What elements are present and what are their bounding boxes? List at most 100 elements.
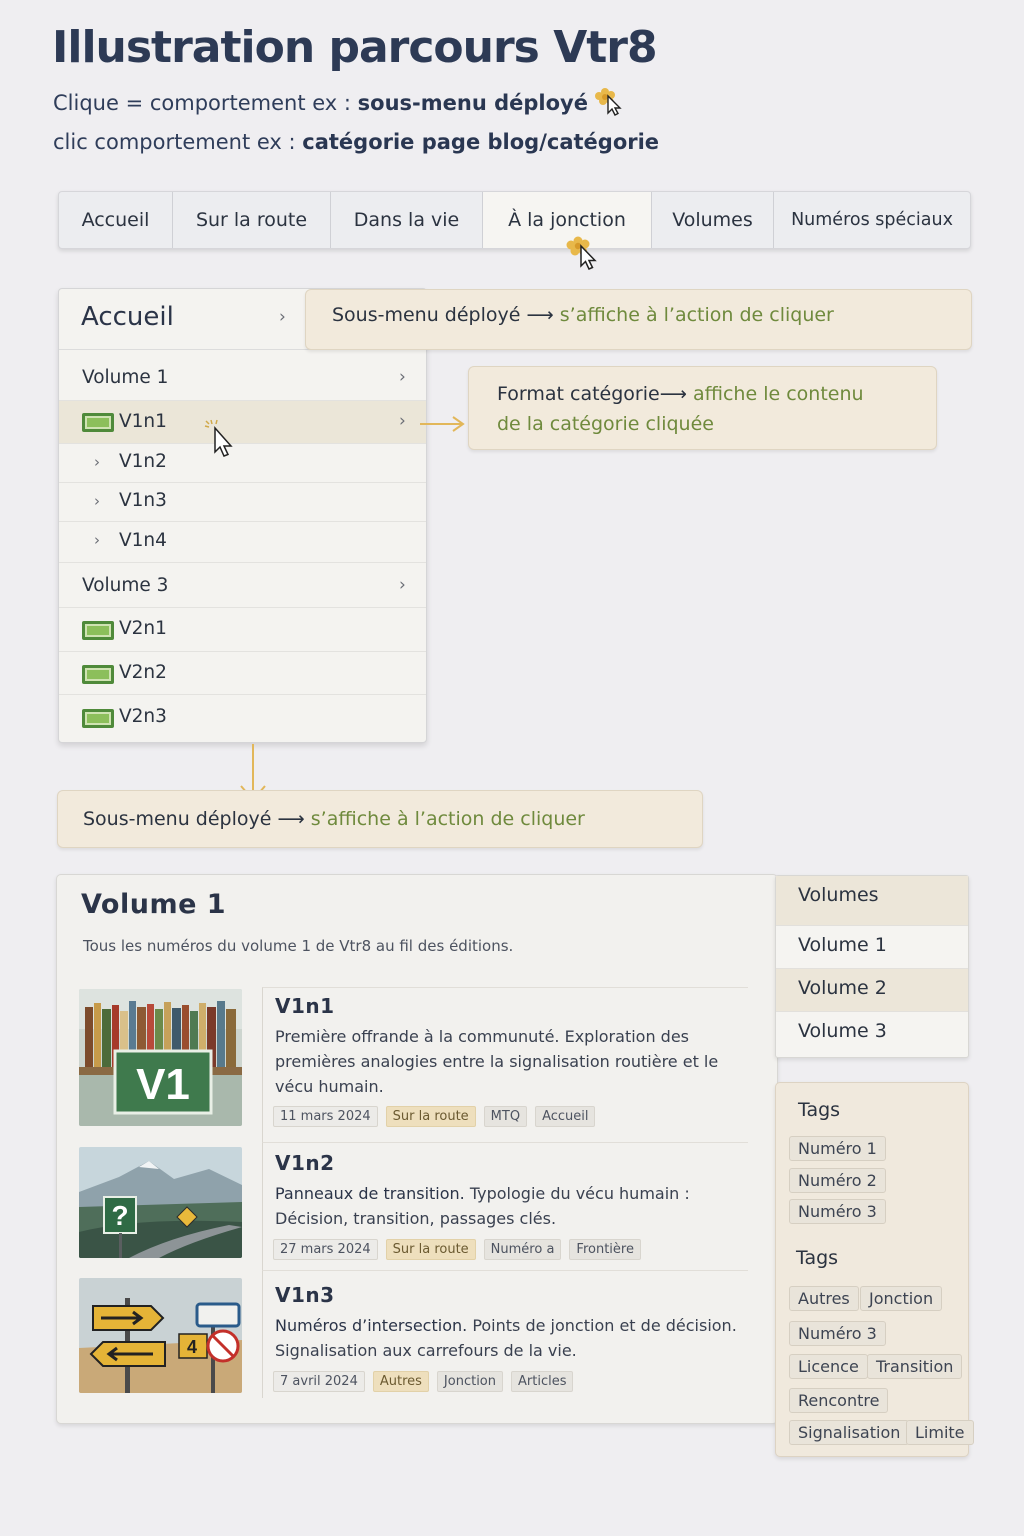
article-title[interactable]: V1n1 (275, 994, 335, 1018)
submenu-item-label: V2n1 (119, 618, 167, 639)
article-title[interactable]: V1n2 (275, 1151, 335, 1175)
callout-label: Sous-menu déployé (332, 304, 521, 326)
tag-chip[interactable]: Numéro 3 (789, 1321, 886, 1346)
tag-chip[interactable]: Rencontre (789, 1388, 889, 1413)
sidebar-item-label: Volume 3 (798, 1020, 887, 1042)
article-meta: 27 mars 2024 Sur la route Numéro a Front… (273, 1239, 641, 1260)
article-card[interactable]: V1n3 Numéros d’intersection. Points de j… (262, 1270, 748, 1398)
tag-chip[interactable]: Articles (511, 1371, 574, 1392)
thumbnail-label: V1 (136, 1060, 190, 1109)
callout-category-format: Format catégorie⟶ affiche le contenu de … (468, 366, 937, 450)
tag-chip[interactable]: Jonction (436, 1371, 503, 1392)
submenu-item-v1n1[interactable]: V1n1 › (59, 401, 426, 444)
tag-chip[interactable]: Numéro a (483, 1239, 562, 1260)
article-lead: Panneaux de transition. (275, 1184, 465, 1203)
article-title[interactable]: V1n3 (275, 1283, 335, 1307)
sidebar-item-label: Volume 1 (798, 934, 887, 956)
sidebar-item-volume-2[interactable]: Volume 2 (776, 969, 968, 1012)
submenu-item-v1n3[interactable]: › V1n3 (59, 483, 426, 522)
nav-item-accueil[interactable]: Accueil (59, 192, 173, 248)
submenu-item-label: V2n2 (119, 662, 167, 683)
tag-chip[interactable]: Limite (906, 1420, 974, 1445)
article-date: 7 avril 2024 (273, 1371, 365, 1392)
article-meta: 11 mars 2024 Sur la route MTQ Accueil (273, 1106, 596, 1127)
tag-chip[interactable]: Accueil (535, 1106, 596, 1127)
callout-green-text: s’affiche à l’action de cliquer (310, 808, 585, 830)
nav-item-dans-la-vie[interactable]: Dans la vie (331, 192, 483, 248)
submenu-item-v1n2[interactable]: › V1n2 (59, 444, 426, 483)
tag-chip[interactable]: MTQ (483, 1106, 528, 1127)
callout-green-text: s’affiche à l’action de cliquer (559, 304, 834, 326)
sidebar-heading-label: Volumes (798, 884, 879, 906)
sidebar-heading-volumes: Volumes (776, 876, 968, 926)
article-lead: Numéros d’intersection. (275, 1316, 468, 1335)
category-description: Tous les numéros du volume 1 de Vtr8 au … (83, 937, 514, 955)
submenu-item-label: V1n4 (119, 530, 167, 551)
article-thumbnail[interactable]: V1 (79, 989, 242, 1126)
submenu-item-label: Volume 3 (82, 575, 169, 596)
chevron-right-icon: › (399, 367, 406, 387)
article-excerpt: Première offrande à la communuté. Explor… (275, 1027, 719, 1096)
tags-heading: Tags (798, 1099, 841, 1121)
tag-chip[interactable]: Numéro 1 (789, 1136, 886, 1161)
submenu-item-volume-1[interactable]: Volume 1 › (59, 350, 426, 401)
thumbnail-label: ? (111, 1200, 128, 1231)
tag-chip[interactable]: Numéro 3 (789, 1199, 886, 1224)
nav-item-sur-la-route[interactable]: Sur la route (173, 192, 331, 248)
article-excerpt: Numéros d’intersection. Points de joncti… (275, 1313, 745, 1363)
thumbnail-label: 4 (187, 1337, 197, 1357)
category-page-panel: Volume 1 Tous les numéros du volume 1 de… (56, 874, 778, 1424)
article-date: 27 mars 2024 (273, 1239, 378, 1260)
sidebar-item-volume-3[interactable]: Volume 3 (776, 1012, 968, 1057)
tag-chip[interactable]: Jonction (860, 1286, 943, 1311)
folder-icon (82, 709, 114, 728)
subtitle-line-2-prefix: clic comportement ex : (53, 130, 296, 154)
submenu-item-v1n4[interactable]: › V1n4 (59, 522, 426, 563)
main-nav: Accueil Sur la route Dans la vie À la jo… (58, 191, 971, 249)
folder-icon (82, 413, 114, 432)
submenu-header-label: Accueil (81, 302, 174, 332)
tag-chip[interactable]: Signalisation (789, 1420, 910, 1445)
submenu-item-v2n3[interactable]: V2n3 (59, 695, 426, 742)
article-card[interactable]: V1n1 Première offrande à la communuté. E… (262, 987, 748, 1142)
callout-green-text-2: de la catégorie cliquée (497, 413, 714, 435)
nav-item-numeros-speciaux[interactable]: Numéros spéciaux (774, 192, 970, 248)
submenu-item-label: V2n3 (119, 706, 167, 727)
submenu-item-v2n2[interactable]: V2n2 (59, 652, 426, 695)
submenu-item-label: Volume 1 (82, 367, 169, 388)
tag-chip[interactable]: Autres (372, 1371, 429, 1392)
article-thumbnail[interactable]: 4 (79, 1278, 242, 1393)
article-card[interactable]: V1n2 Panneaux de transition. Typologie d… (262, 1142, 748, 1270)
tag-chip[interactable]: Numéro 2 (789, 1168, 886, 1193)
folder-icon (82, 621, 114, 640)
article-thumbnail[interactable]: ? (79, 1147, 242, 1258)
click-cursor-icon (594, 88, 622, 116)
long-arrow-icon: ⟶ (659, 383, 693, 405)
submenu-item-v2n1[interactable]: V2n1 (59, 608, 426, 652)
tag-chip[interactable]: Sur la route (385, 1106, 476, 1127)
submenu-item-volume-3[interactable]: Volume 3 › (59, 563, 426, 608)
submenu-item-label: V1n1 (119, 411, 167, 432)
sidebar-item-volume-1[interactable]: Volume 1 (776, 926, 968, 969)
callout-label: Format catégorie (497, 383, 660, 405)
submenu-dropdown: Accueil › Volume 1 › V1n1 › › V1n2 › V1n… (58, 288, 427, 743)
tag-chip[interactable]: Licence (789, 1354, 868, 1379)
chevron-right-icon: › (399, 575, 406, 595)
subtitle-line-2-bold: catégorie page blog/catégorie (302, 130, 660, 154)
tag-chip[interactable]: Sur la route (385, 1239, 476, 1260)
tag-chip[interactable]: Transition (867, 1354, 963, 1379)
subtitle-line-1-prefix: Clique = comportement ex : (53, 91, 351, 115)
chevron-right-icon: › (279, 307, 286, 327)
nav-item-volumes[interactable]: Volumes (652, 192, 774, 248)
chevron-right-icon: › (94, 453, 100, 471)
sidebar-item-label: Volume 2 (798, 977, 887, 999)
article-excerpt: Panneaux de transition. Typologie du véc… (275, 1181, 745, 1231)
long-arrow-icon: ⟶ (277, 808, 311, 830)
long-arrow-icon: ⟶ (526, 304, 560, 326)
tag-chip[interactable]: Autres (789, 1286, 859, 1311)
click-cursor-icon (204, 419, 233, 457)
chevron-right-icon: › (94, 492, 100, 510)
callout-submenu: Sous-menu déployé ⟶ s’affiche à l’action… (305, 289, 972, 350)
submenu-item-label: V1n2 (119, 451, 167, 472)
tag-chip[interactable]: Frontière (569, 1239, 641, 1260)
